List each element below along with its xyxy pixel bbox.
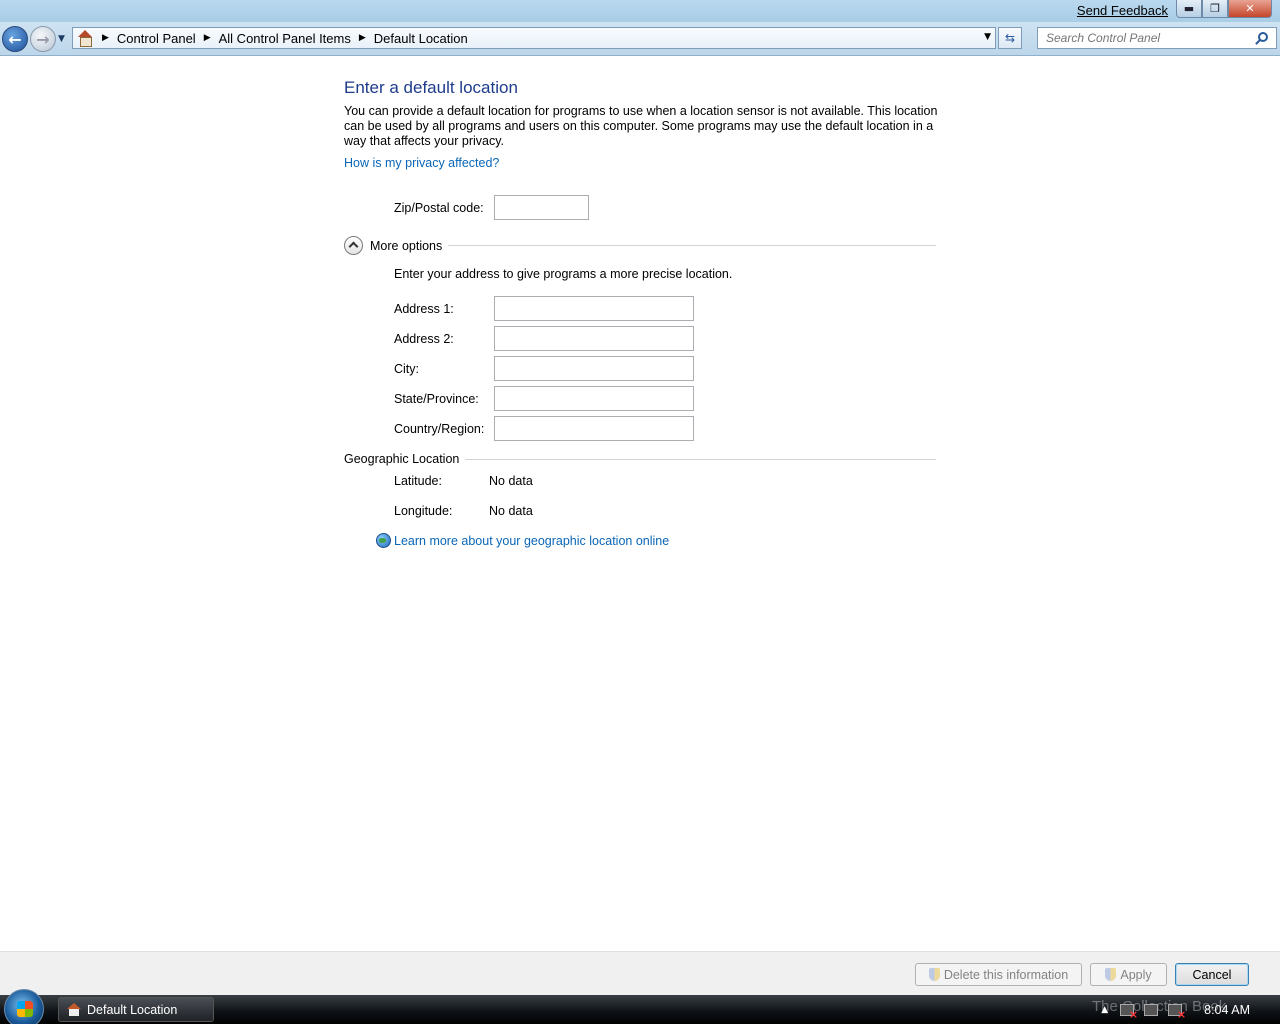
show-hidden-icons-arrow-icon[interactable]: ▲ (1101, 1005, 1108, 1015)
breadcrumb-arrow-icon[interactable]: ▶ (102, 33, 109, 43)
page-title: Enter a default location (344, 78, 518, 97)
apply-label: Apply (1120, 967, 1152, 982)
search-input[interactable] (1046, 31, 1246, 45)
collapse-chevron-up-icon[interactable] (344, 236, 363, 255)
refresh-button[interactable]: ⇆ (998, 27, 1022, 49)
breadcrumb-arrow-icon[interactable]: ▶ (359, 33, 366, 43)
address-dropdown-icon[interactable]: ▼ (984, 32, 991, 42)
address1-input[interactable] (495, 297, 693, 320)
address-hint: Enter your address to give programs a mo… (394, 267, 733, 281)
back-button[interactable]: ← (2, 26, 28, 52)
breadcrumb-all-items[interactable]: All Control Panel Items (219, 31, 351, 46)
geographic-location-link[interactable]: Learn more about your geographic locatio… (394, 534, 669, 548)
longitude-value: No data (489, 504, 533, 518)
network-icon[interactable] (1144, 1003, 1159, 1016)
security-alert-icon[interactable] (1120, 1003, 1138, 1021)
arrow-right-icon: → (36, 29, 50, 49)
system-tray: ▲ 8:04 AM (1101, 995, 1280, 1024)
breadcrumb-arrow-icon[interactable]: ▶ (204, 33, 211, 43)
country-field[interactable] (494, 416, 694, 441)
volume-muted-icon[interactable] (1168, 1003, 1186, 1021)
taskbar-window-button[interactable]: Default Location (58, 997, 214, 1022)
privacy-link[interactable]: How is my privacy affected? (344, 156, 499, 170)
search-icon[interactable] (1258, 32, 1268, 42)
page-description: You can provide a default location for p… (344, 104, 938, 148)
forward-button[interactable]: → (30, 26, 56, 52)
section-divider (448, 245, 936, 246)
navigation-bar: ← → ▼ ▶ Control Panel ▶ All Control Pane… (0, 22, 1280, 56)
taskbar-window-title: Default Location (87, 1002, 178, 1017)
send-feedback-link[interactable]: Send Feedback (1077, 3, 1168, 18)
address2-field[interactable] (494, 326, 694, 351)
zip-input[interactable] (495, 196, 588, 219)
city-field[interactable] (494, 356, 694, 381)
search-box[interactable] (1037, 27, 1277, 49)
geographic-location-label: Geographic Location (344, 452, 460, 466)
latitude-value: No data (489, 474, 533, 488)
zip-field[interactable] (494, 195, 589, 220)
city-label: City: (394, 362, 419, 376)
address-bar[interactable]: ▶ Control Panel ▶ All Control Panel Item… (72, 27, 996, 49)
more-options-header[interactable]: More options (344, 236, 936, 255)
zip-label: Zip/Postal code: (394, 201, 484, 215)
breadcrumb-default-location[interactable]: Default Location (374, 31, 468, 46)
control-panel-home-icon (67, 1002, 81, 1017)
address1-field[interactable] (494, 296, 694, 321)
state-input[interactable] (495, 387, 693, 410)
state-label: State/Province: (394, 392, 479, 406)
longitude-label: Longitude: (394, 504, 453, 518)
taskbar: Default Location The Collection Book ▲ 8… (0, 989, 1280, 1024)
more-options-label[interactable]: More options (370, 239, 442, 253)
recent-pages-dropdown[interactable]: ▼ (58, 34, 65, 44)
start-button[interactable] (4, 989, 44, 1024)
country-input[interactable] (495, 417, 693, 440)
close-button[interactable]: ✕ (1228, 0, 1272, 18)
control-panel-home-icon (76, 30, 94, 47)
state-field[interactable] (494, 386, 694, 411)
minimize-button[interactable]: ▬ (1176, 0, 1202, 18)
globe-icon (376, 533, 391, 548)
address1-label: Address 1: (394, 302, 454, 316)
section-divider (465, 458, 936, 460)
maximize-button[interactable]: ❐ (1202, 0, 1228, 18)
address2-label: Address 2: (394, 332, 454, 346)
cancel-button[interactable]: Cancel (1175, 963, 1249, 986)
button-bar: Delete this information Apply Cancel (0, 951, 1280, 995)
clock[interactable]: 8:04 AM (1204, 1003, 1250, 1017)
delete-information-button[interactable]: Delete this information (915, 963, 1082, 986)
windows-logo-icon (17, 1001, 33, 1017)
caption-buttons: ▬ ❐ ✕ (1176, 0, 1272, 18)
arrow-left-icon: ← (8, 29, 22, 49)
address2-input[interactable] (495, 327, 693, 350)
country-label: Country/Region: (394, 422, 485, 436)
city-input[interactable] (495, 357, 693, 380)
uac-shield-icon (928, 968, 940, 981)
breadcrumb-control-panel[interactable]: Control Panel (117, 31, 196, 46)
refresh-icon: ⇆ (1004, 31, 1016, 45)
geographic-location-header: Geographic Location (344, 452, 936, 466)
latitude-label: Latitude: (394, 474, 442, 488)
uac-shield-icon (1105, 968, 1117, 981)
apply-button[interactable]: Apply (1090, 963, 1167, 986)
title-bar: Send Feedback ▬ ❐ ✕ (0, 0, 1280, 22)
delete-label: Delete this information (943, 967, 1069, 982)
